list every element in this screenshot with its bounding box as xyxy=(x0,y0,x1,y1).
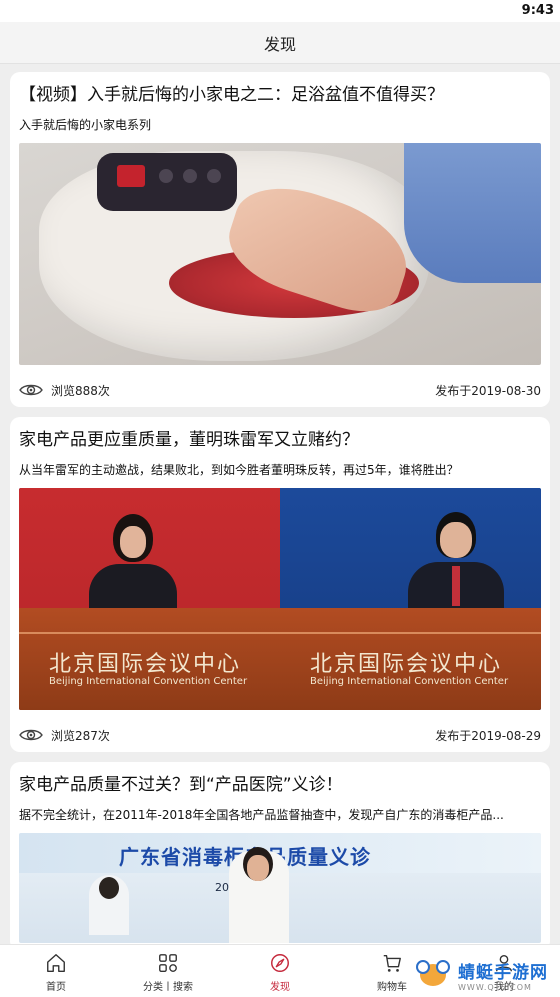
podium-text: 北京国际会议中心 xyxy=(49,652,242,677)
led-display xyxy=(117,165,145,187)
panel-button xyxy=(183,169,197,183)
article-card[interactable]: 家电产品更应重质量，董明珠雷军又立赌约？ 从当年雷军的主动邀战，结果败北，到如今… xyxy=(10,417,550,752)
right-photo: 北京国际会议中心 Beijing International Conventio… xyxy=(280,488,541,710)
publish-date: 发布于2019-08-30 xyxy=(435,383,541,398)
tab-home[interactable]: 首页 xyxy=(0,945,112,997)
article-footer: 浏览888次 发布于2019-08-30 xyxy=(19,381,541,399)
dragonfly-logo-icon xyxy=(414,956,452,994)
article-title[interactable]: 家电产品质量不过关？到“产品医院”义诊！ xyxy=(19,772,541,798)
publish-date: 发布于2019-08-29 xyxy=(435,728,541,743)
compass-icon xyxy=(271,953,289,972)
tab-discover[interactable]: 发现 xyxy=(224,945,336,997)
podium-subtext: Beijing International Convention Center xyxy=(310,676,509,687)
article-footer: 浏览287次 发布于2019-08-29 xyxy=(19,726,541,744)
panel-button xyxy=(207,169,221,183)
tab-label: 发现 xyxy=(270,981,290,993)
page-title: 发现 xyxy=(263,34,296,54)
tab-label: 购物车 xyxy=(377,981,407,993)
article-feed[interactable]: 【视频】入手就后悔的小家电之二：足浴盆值不值得买？ 入手就后悔的小家电系列 浏览… xyxy=(0,64,560,944)
view-count: 浏览888次 xyxy=(19,382,110,399)
panel-button xyxy=(159,169,173,183)
article-image[interactable]: 广东省消毒柜产品质量义诊 2019年 xyxy=(19,833,541,943)
eye-icon xyxy=(19,384,43,396)
article-image[interactable] xyxy=(19,143,541,365)
article-card[interactable]: 家电产品质量不过关？到“产品医院”义诊！ 据不完全统计，在2011年-2018年… xyxy=(10,762,550,944)
tab-label: 分类丨搜索 xyxy=(143,981,193,993)
view-count: 浏览287次 xyxy=(19,727,110,744)
view-count-text: 浏览888次 xyxy=(51,383,110,398)
article-subtitle: 从当年雷军的主动邀战，结果败北，到如今胜者董明珠反转，再过5年，谁将胜出？ xyxy=(19,463,459,477)
eye-icon xyxy=(19,729,43,741)
podium: 北京国际会议中心 Beijing International Conventio… xyxy=(280,608,541,710)
article-subtitle: 据不完全统计，在2011年-2018年全国各地产品监督抽查中，发现产自广东的消毒… xyxy=(19,808,504,822)
view-count-text: 浏览287次 xyxy=(51,728,110,743)
article-image[interactable]: 北京国际会议中心 Beijing International Conventio… xyxy=(19,488,541,710)
grid-icon xyxy=(159,953,177,972)
podium-subtext: Beijing International Convention Center xyxy=(49,676,248,687)
home-icon xyxy=(47,953,65,972)
status-time: 9:43 xyxy=(521,3,554,18)
article-title[interactable]: 家电产品更应重质量，董明珠雷军又立赌约？ xyxy=(19,427,541,453)
watermark-url: WWW.QT6.COM xyxy=(458,982,532,992)
watermark-name: 蜻蜓手游网 xyxy=(458,962,548,983)
person-face xyxy=(247,855,269,881)
watermark: 蜻蜓手游网 WWW.QT6.COM xyxy=(414,952,560,997)
article-title[interactable]: 【视频】入手就后悔的小家电之二：足浴盆值不值得买？ xyxy=(19,82,541,108)
navigation-bar: 发现 xyxy=(0,22,560,64)
article-card[interactable]: 【视频】入手就后悔的小家电之二：足浴盆值不值得买？ 入手就后悔的小家电系列 浏览… xyxy=(10,72,550,407)
status-bar: 9:43 xyxy=(0,0,560,22)
tab-category-search[interactable]: 分类丨搜索 xyxy=(112,945,224,997)
podium-text: 北京国际会议中心 xyxy=(310,652,503,677)
cart-icon xyxy=(383,954,401,972)
tab-label: 首页 xyxy=(46,981,66,993)
podium: 北京国际会议中心 Beijing International Conventio… xyxy=(19,608,280,710)
trouser-leg xyxy=(404,143,541,283)
article-subtitle: 入手就后悔的小家电系列 xyxy=(19,118,152,132)
person-head xyxy=(99,877,119,899)
left-photo: 北京国际会议中心 Beijing International Conventio… xyxy=(19,488,280,710)
